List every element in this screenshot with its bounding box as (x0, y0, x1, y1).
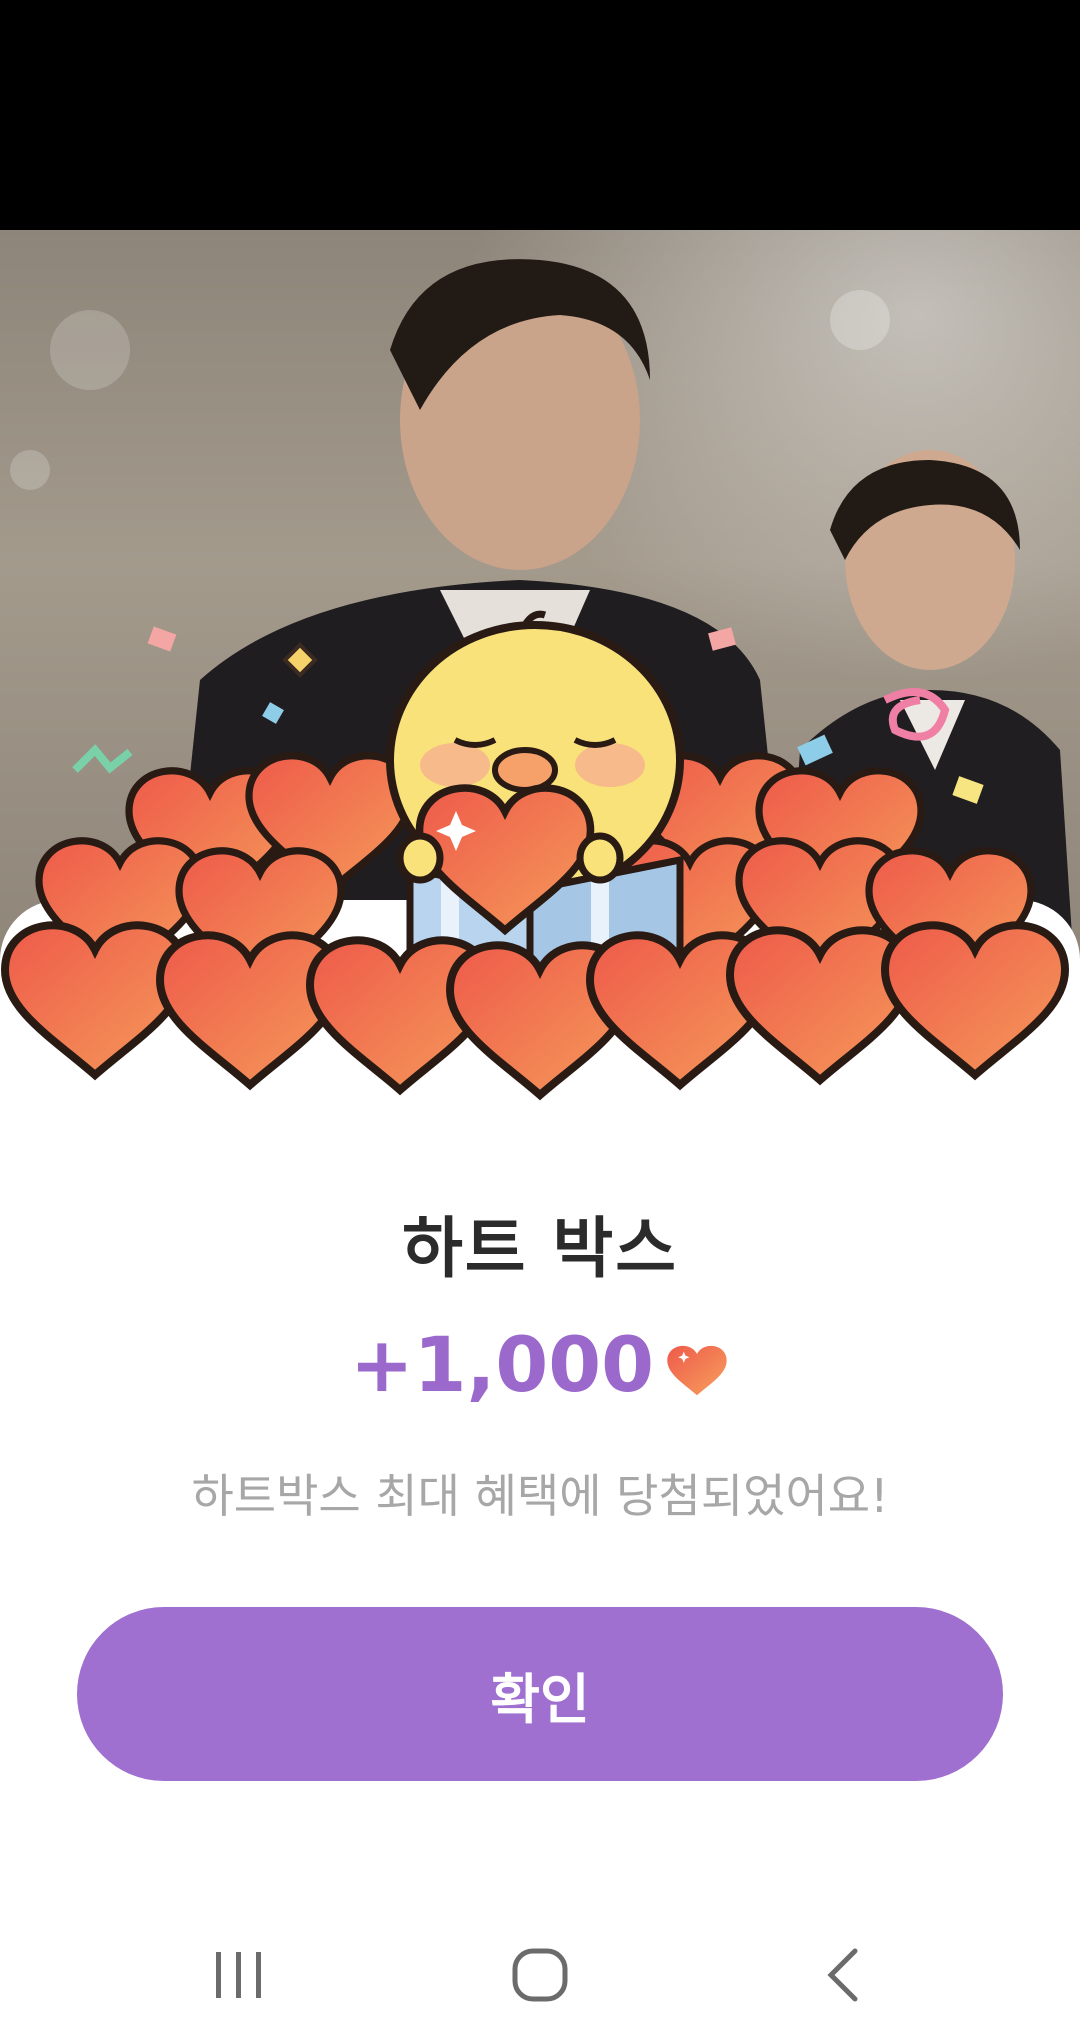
home-button[interactable] (480, 1930, 600, 2020)
back-button[interactable] (784, 1930, 904, 2020)
home-icon (512, 1948, 568, 2002)
reward-row: +1,000 (0, 1320, 1080, 1409)
reward-amount: +1,000 (349, 1320, 655, 1409)
status-bar-area (0, 0, 1080, 230)
heart-box-illustration (0, 610, 1080, 1110)
dialog-title: 하트 박스 (402, 1210, 678, 1287)
confirm-button[interactable]: 확인 (77, 1607, 1003, 1781)
recent-apps-button[interactable] (178, 1930, 298, 2020)
recent-apps-icon (216, 1952, 261, 1998)
reward-description: 하트박스 최대 혜택에 당첨되었어요! (191, 1469, 889, 1523)
system-nav-bar (0, 1900, 1080, 2031)
back-icon (827, 1948, 858, 2002)
heart-icon (667, 1345, 727, 1395)
